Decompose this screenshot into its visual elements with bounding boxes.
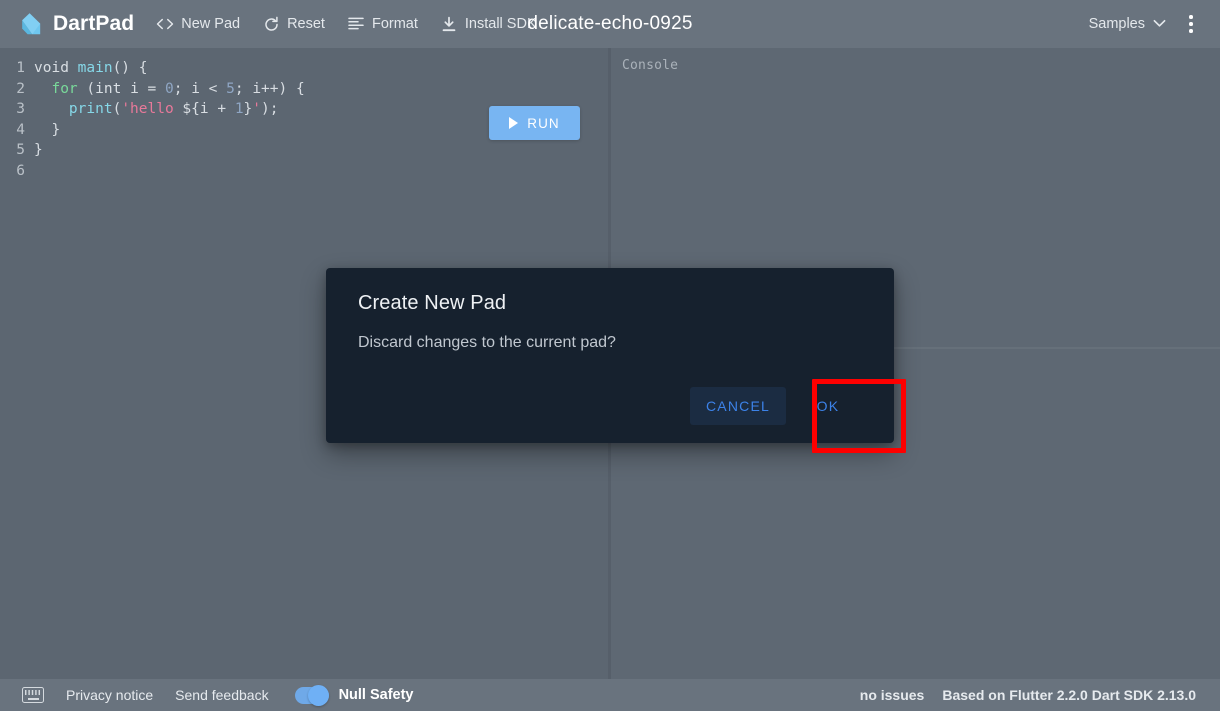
code-line-text: for (int i = 0; i < 5; i++) { bbox=[34, 79, 305, 100]
play-icon bbox=[509, 117, 519, 129]
dialog-title: Create New Pad bbox=[358, 292, 507, 314]
code-token: ); bbox=[261, 101, 279, 118]
kebab-dot bbox=[1189, 15, 1193, 19]
chevron-down-icon bbox=[1153, 16, 1166, 32]
code-token: main bbox=[77, 60, 113, 76]
code-token: i = bbox=[121, 80, 165, 97]
create-new-pad-dialog: Create New Pad Discard changes to the cu… bbox=[326, 268, 894, 443]
code-token: ; i < bbox=[173, 80, 227, 97]
code-line: 6 bbox=[0, 161, 305, 182]
code-content[interactable]: 1 void main() {2 for (int i = 0; i < 5; i… bbox=[0, 58, 305, 182]
privacy-notice-link[interactable]: Privacy notice bbox=[66, 687, 153, 703]
format-button[interactable]: Format bbox=[347, 15, 418, 33]
code-token: 5 bbox=[226, 80, 235, 97]
samples-label: Samples bbox=[1088, 16, 1145, 32]
brand-title: DartPad bbox=[53, 12, 135, 35]
keyboard-icon[interactable] bbox=[22, 687, 44, 703]
pad-title-text: delicate-echo-0925 bbox=[527, 13, 693, 34]
code-token: print bbox=[68, 101, 113, 118]
issues-status: no issues bbox=[859, 687, 925, 703]
app-header: DartPad New Pad Reset Format Install SDK… bbox=[0, 0, 1220, 48]
toggle-knob bbox=[307, 684, 329, 706]
code-token: () { bbox=[112, 60, 148, 76]
code-token: ' bbox=[252, 101, 262, 118]
cancel-button[interactable]: CANCEL bbox=[690, 387, 786, 425]
code-token: ${i + bbox=[182, 101, 235, 118]
code-line: 4 } bbox=[0, 120, 305, 141]
run-button[interactable]: RUN bbox=[489, 106, 580, 140]
code-token: } bbox=[34, 142, 43, 159]
kebab-dot bbox=[1189, 29, 1193, 33]
reset-label: Reset bbox=[287, 16, 325, 32]
toggle-track bbox=[294, 684, 329, 706]
send-feedback-link[interactable]: Send feedback bbox=[175, 687, 268, 703]
ok-button[interactable]: OK bbox=[790, 387, 866, 425]
refresh-icon bbox=[262, 15, 280, 33]
line-number: 3 bbox=[16, 101, 25, 118]
code-token: void bbox=[34, 60, 69, 76]
kebab-menu-icon[interactable] bbox=[1178, 9, 1204, 39]
new-pad-label: New Pad bbox=[181, 16, 241, 32]
console-label: Console bbox=[622, 58, 679, 73]
install-sdk-label: Install SDK bbox=[464, 16, 537, 32]
install-sdk-button[interactable]: Install SDK bbox=[440, 15, 537, 33]
code-line: 3 print('hello ${i + 1}'); bbox=[0, 99, 305, 120]
footer-status-group: no issues Based on Flutter 2.2.0 Dart SD… bbox=[860, 687, 1196, 703]
download-icon bbox=[440, 15, 458, 33]
code-token: int bbox=[95, 80, 122, 97]
run-label: RUN bbox=[527, 115, 560, 131]
dartpad-app: DartPad New Pad Reset Format Install SDK… bbox=[0, 0, 1220, 711]
code-token: for bbox=[51, 80, 78, 97]
code-line-text: } bbox=[34, 140, 43, 161]
code-token: } bbox=[34, 121, 61, 138]
code-line: 2 for (int i = 0; i < 5; i++) { bbox=[0, 79, 305, 100]
code-line-text: } bbox=[34, 120, 60, 141]
format-label: Format bbox=[371, 16, 418, 32]
app-footer: Privacy notice Send feedback Null Safety… bbox=[0, 679, 1220, 711]
code-brackets-icon bbox=[156, 15, 174, 33]
new-pad-button[interactable]: New Pad bbox=[156, 15, 240, 33]
null-safety-toggle[interactable]: Null Safety bbox=[294, 684, 414, 706]
null-safety-label: Null Safety bbox=[338, 687, 414, 703]
format-align-icon bbox=[347, 15, 365, 33]
code-line-text: print('hello ${i + 1}'); bbox=[34, 99, 279, 120]
code-token: ; i++) { bbox=[234, 80, 305, 97]
line-number: 4 bbox=[16, 121, 25, 138]
code-token: 1 bbox=[234, 101, 244, 118]
kebab-dot bbox=[1189, 22, 1193, 26]
brand-area[interactable]: DartPad bbox=[18, 11, 134, 37]
samples-dropdown[interactable]: Samples bbox=[1079, 10, 1176, 38]
dart-logo-icon bbox=[18, 11, 44, 37]
code-line: 1 void main() { bbox=[0, 58, 305, 79]
code-token: ( bbox=[77, 80, 96, 97]
code-token: ( bbox=[112, 101, 122, 118]
code-token: } bbox=[243, 101, 253, 118]
line-number: 6 bbox=[16, 162, 25, 179]
code-line-text: void main() { bbox=[34, 58, 148, 79]
code-line: 5} bbox=[0, 140, 305, 161]
code-token: 'hello bbox=[121, 101, 183, 118]
line-number: 1 bbox=[16, 60, 25, 76]
code-token: 0 bbox=[165, 80, 174, 97]
dialog-message: Discard changes to the current pad? bbox=[358, 334, 616, 351]
reset-button[interactable]: Reset bbox=[262, 15, 325, 33]
header-right-group: Samples bbox=[1079, 0, 1210, 48]
version-status: Based on Flutter 2.2.0 Dart SDK 2.13.0 bbox=[942, 687, 1196, 703]
line-number: 2 bbox=[16, 80, 25, 97]
dialog-actions: CANCEL OK bbox=[690, 387, 866, 425]
line-number: 5 bbox=[16, 142, 25, 159]
